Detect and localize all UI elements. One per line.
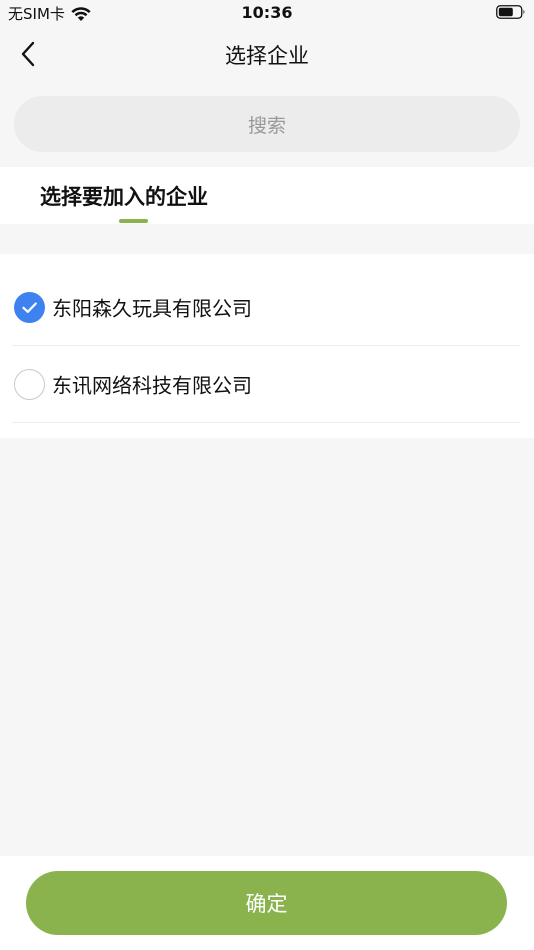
search-input[interactable]: 搜索 <box>14 96 520 152</box>
checkmark-icon <box>22 302 37 313</box>
status-bar: 无SIM卡 10:36 <box>0 0 534 26</box>
radio-unchecked-icon[interactable] <box>14 369 45 400</box>
company-item[interactable]: 东讯网络科技有限公司 <box>0 346 534 422</box>
tab-indicator <box>119 219 148 223</box>
search-placeholder: 搜索 <box>247 114 286 137</box>
bottom-bar: 确定 <box>0 856 534 950</box>
status-time: 10:36 <box>241 3 293 22</box>
company-name: 东讯网络科技有限公司 <box>52 373 252 398</box>
nav-bar: 选择企业 <box>0 26 534 82</box>
page-title: 选择企业 <box>225 44 309 68</box>
company-item[interactable]: 东阳森久玩具有限公司 <box>0 269 534 345</box>
confirm-button[interactable]: 确定 <box>26 871 507 935</box>
radio-checked-icon[interactable] <box>14 292 45 323</box>
company-name: 东阳森久玩具有限公司 <box>52 296 252 321</box>
company-list: 东阳森久玩具有限公司 东讯网络科技有限公司 <box>0 254 534 438</box>
battery-icon <box>496 5 525 19</box>
tab-select-company[interactable]: 选择要加入的企业 <box>40 181 208 211</box>
list-divider <box>12 422 520 423</box>
tab-header: 选择要加入的企业 <box>0 167 534 224</box>
